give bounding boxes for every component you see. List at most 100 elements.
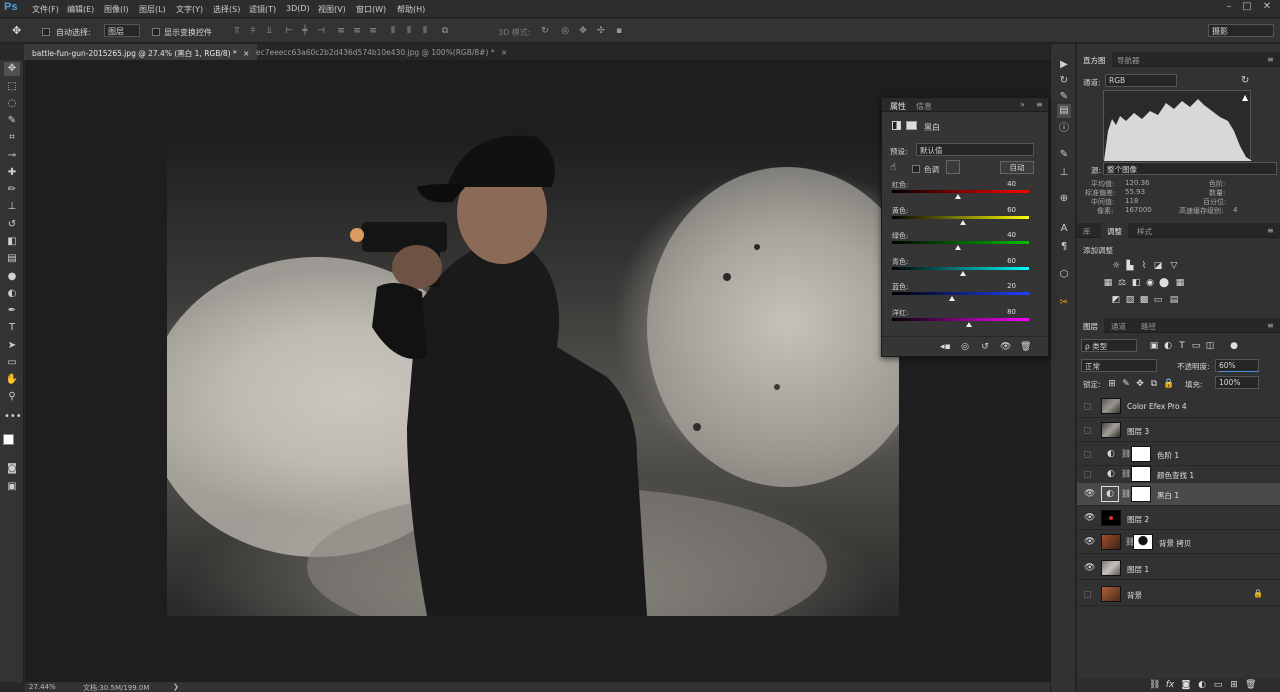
layer-row[interactable]: 背景 🔒 — [1077, 583, 1280, 606]
align-right-icon[interactable]: ⊣ — [316, 26, 326, 36]
menu-type[interactable]: 文字(Y) — [176, 4, 203, 15]
tab-properties[interactable]: 属性 — [890, 101, 906, 112]
lasso-tool-icon[interactable]: ◌ — [4, 97, 20, 111]
pen-tool-icon[interactable]: ✒ — [4, 304, 20, 318]
channels-icon[interactable]: ⊕ — [1057, 192, 1071, 206]
paragraph-icon[interactable]: ¶ — [1057, 240, 1071, 254]
menu-view[interactable]: 视图(V) — [318, 4, 346, 15]
history-icon[interactable]: ↻ — [1057, 74, 1071, 88]
brush-tool-icon[interactable]: ✏ — [4, 183, 20, 197]
levels-icon[interactable]: ▙ — [1125, 261, 1135, 271]
slider-track[interactable] — [892, 241, 1029, 244]
eye-icon[interactable]: 👁 — [1084, 537, 1095, 547]
filter-shape-icon[interactable]: ▭ — [1191, 341, 1201, 351]
distribute-vcenter-icon[interactable]: ≡ — [352, 26, 362, 36]
new-layer-icon[interactable]: ⊞ — [1229, 680, 1239, 690]
zoom-level[interactable]: 27.44% — [29, 683, 56, 691]
panel-menu-icon[interactable]: ≡ — [1267, 321, 1274, 330]
channel-mixer-icon[interactable]: ⬤ — [1159, 278, 1169, 288]
eye-icon[interactable]: 👁 — [1084, 563, 1095, 573]
slider-value[interactable]: 40 — [992, 180, 1016, 188]
tint-checkbox[interactable] — [912, 164, 920, 173]
3d-icon[interactable]: ⬡ — [1057, 268, 1071, 282]
layer-name[interactable]: 图层 1 — [1127, 564, 1149, 575]
type-tool-icon[interactable]: T — [4, 321, 20, 335]
history-brush-icon[interactable]: ↺ — [4, 218, 20, 232]
clone-source-icon[interactable]: ⊥ — [1057, 166, 1071, 180]
eye-icon[interactable]: 👁 — [1084, 489, 1095, 499]
hand-tool-icon[interactable]: ✋ — [4, 373, 20, 387]
selective-color-icon[interactable]: ▭ — [1153, 295, 1163, 305]
distribute-bottom-icon[interactable]: ≡ — [368, 26, 378, 36]
menu-image[interactable]: 图像(I) — [104, 4, 129, 15]
slider-track[interactable] — [892, 292, 1029, 295]
tab-adjustments[interactable]: 调整 — [1101, 223, 1128, 238]
tab-layers[interactable]: 图层 — [1077, 318, 1104, 333]
layer-row[interactable]: Color Efex Pro 4 — [1077, 395, 1280, 418]
layer-mask-thumbnail[interactable] — [1131, 446, 1151, 462]
color-lookup-icon[interactable]: ▦ — [1175, 278, 1185, 288]
mask-mode-icon[interactable] — [906, 121, 917, 130]
marquee-tool-icon[interactable]: ⬚ — [4, 80, 20, 94]
photo-filter-icon[interactable]: ◉ — [1145, 278, 1155, 288]
layer-mask-thumbnail[interactable] — [1133, 534, 1153, 550]
quick-select-tool-icon[interactable]: ✎ — [4, 114, 20, 128]
slider-thumb[interactable] — [954, 245, 961, 250]
tab-navigator[interactable]: 导航器 — [1111, 52, 1146, 67]
character-icon[interactable]: A — [1057, 222, 1071, 236]
invert-icon[interactable]: ◩ — [1111, 295, 1121, 305]
crop-tool-icon[interactable]: ⌗ — [4, 131, 20, 145]
visibility-eye-icon[interactable]: 👁 — [1000, 342, 1011, 352]
align-left-icon[interactable]: ⊢ — [284, 26, 294, 36]
warning-icon[interactable]: ▲ — [1242, 93, 1248, 102]
quick-mask-icon[interactable]: ◙ — [4, 462, 20, 476]
minimize-button[interactable]: – — [1220, 1, 1238, 15]
foreground-color-swatch[interactable] — [3, 434, 14, 445]
slider-track[interactable] — [892, 215, 1029, 219]
lock-position-icon[interactable]: ✥ — [1135, 379, 1145, 389]
shape-tool-icon[interactable]: ▭ — [4, 356, 20, 370]
tab-info[interactable]: 信息 — [916, 101, 932, 112]
layer-name[interactable]: 颜色查找 1 — [1157, 470, 1194, 481]
screen-mode-icon[interactable]: ▣ — [4, 480, 20, 494]
layer-name[interactable]: 图层 2 — [1127, 514, 1149, 525]
align-bottom-icon[interactable]: ⫫ — [264, 26, 274, 36]
eraser-tool-icon[interactable]: ◧ — [4, 235, 20, 249]
blur-tool-icon[interactable]: ● — [4, 270, 20, 284]
link-layers-icon[interactable]: ⛓ — [1149, 680, 1160, 690]
blend-mode-dropdown[interactable]: 正常 — [1081, 359, 1157, 372]
vibrance-icon[interactable]: ▽ — [1169, 261, 1179, 271]
slider-thumb[interactable] — [965, 321, 972, 327]
tab-document-1[interactable]: battle-fun-gun-2015265.jpg @ 27.4% (黑白 1… — [24, 44, 258, 60]
new-group-icon[interactable]: ▭ — [1213, 680, 1223, 690]
close-window-button[interactable]: ✕ — [1258, 1, 1276, 15]
black-white-icon[interactable]: ◧ — [1131, 278, 1141, 288]
menu-filter[interactable]: 滤镜(T) — [249, 4, 276, 15]
reset-icon[interactable]: ↺ — [980, 342, 990, 352]
hue-saturation-icon[interactable]: ▦ — [1103, 278, 1113, 288]
zoom-tool-icon[interactable]: ⚲ — [4, 390, 20, 404]
refresh-icon[interactable]: ↻ — [1241, 75, 1249, 86]
source-dropdown[interactable]: 整个图像 — [1103, 162, 1277, 175]
color-balance-icon[interactable]: ⚖ — [1117, 278, 1127, 288]
auto-select-checkbox[interactable] — [42, 27, 50, 36]
layer-name[interactable]: 黑白 1 — [1157, 490, 1179, 501]
dodge-tool-icon[interactable]: ◐ — [4, 287, 20, 301]
menu-select[interactable]: 选择(S) — [213, 4, 240, 15]
tab-library[interactable]: 库 — [1077, 223, 1097, 238]
align-vcenter-icon[interactable]: ⫩ — [248, 26, 258, 36]
info-icon[interactable]: ⓘ — [1057, 122, 1071, 136]
slider-thumb[interactable] — [960, 219, 967, 225]
tab-document-2[interactable]: ec7eeecc63a60c2b2d436d574b10e430.jpg @ 1… — [248, 44, 515, 60]
distribute-hcenter-icon[interactable]: ⦀ — [404, 26, 414, 36]
clone-stamp-icon[interactable]: ⊥ — [4, 200, 20, 214]
menu-file[interactable]: 文件(F) — [32, 4, 59, 15]
lock-all-icon[interactable]: 🔒 — [1163, 379, 1174, 389]
gradient-tool-icon[interactable]: ▤ — [4, 252, 20, 266]
layer-row-selected[interactable]: 👁 ◐ ⛓ 黑白 1 — [1077, 483, 1280, 506]
slider-value[interactable]: 40 — [992, 231, 1016, 239]
layer-name[interactable]: 图层 3 — [1127, 426, 1149, 437]
tab-histogram[interactable]: 直方图 — [1077, 52, 1112, 67]
auto-align-icon[interactable]: ⧉ — [440, 26, 450, 36]
posterize-icon[interactable]: ▨ — [1125, 295, 1135, 305]
